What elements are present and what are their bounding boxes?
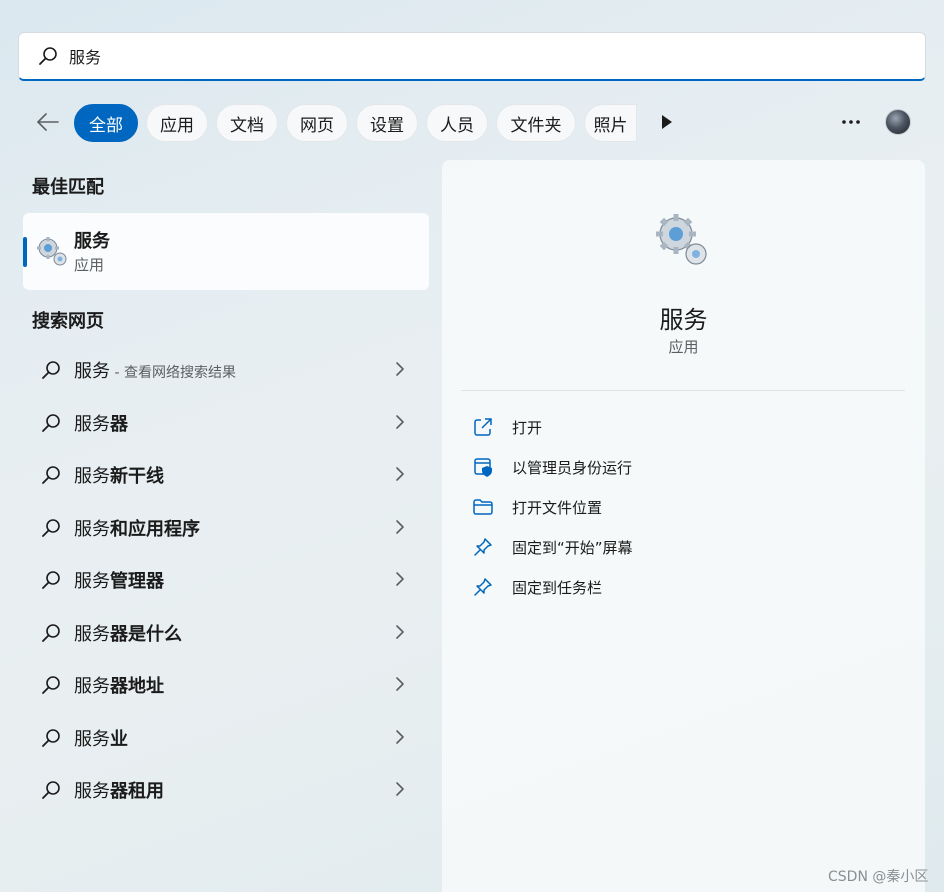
- web-result-text: 服务管理器: [74, 567, 164, 593]
- action-label: 打开: [512, 418, 543, 437]
- divider: [461, 390, 905, 391]
- web-result-suggestion: 器地址: [110, 676, 164, 697]
- search-input[interactable]: [69, 46, 669, 66]
- web-result-item[interactable]: 服务器是什么: [23, 609, 429, 655]
- chevron-right-icon[interactable]: [393, 570, 407, 588]
- search-box[interactable]: [18, 32, 926, 81]
- chevron-right-icon[interactable]: [393, 518, 407, 536]
- action-label: 以管理员身份运行: [512, 458, 633, 477]
- search-icon: [42, 466, 60, 484]
- gears-icon: [37, 237, 67, 266]
- web-result-text: 服务器: [74, 410, 128, 436]
- action-label: 打开文件位置: [512, 498, 603, 517]
- action-open-file-location[interactable]: 打开文件位置: [472, 492, 892, 522]
- chevron-right-icon[interactable]: [393, 623, 407, 641]
- search-icon: [42, 414, 60, 432]
- web-result-text: 服务器租用: [74, 777, 164, 803]
- web-result-query: 服务: [74, 571, 110, 592]
- web-result-text: 服务 - 查看网络搜索结果: [74, 357, 236, 383]
- filter-chip-documents[interactable]: 文档: [216, 104, 278, 142]
- folder-icon: [473, 499, 493, 515]
- detail-subtitle: 应用: [668, 338, 699, 356]
- chevron-right-icon[interactable]: [393, 465, 407, 483]
- web-result-suggestion: 新干线: [110, 466, 164, 487]
- web-result-description: - 查看网络搜索结果: [110, 365, 236, 381]
- filter-chip-all[interactable]: 全部: [74, 104, 138, 142]
- best-match-title: 服务: [74, 231, 110, 252]
- filter-bar: 全部 应用 文档 网页 设置 人员 文件夹 照片: [0, 100, 944, 144]
- web-result-item[interactable]: 服务 - 查看网络搜索结果: [23, 346, 429, 392]
- web-result-query: 服务: [74, 676, 110, 697]
- pin-icon: [474, 578, 492, 596]
- best-match-heading: 最佳匹配: [32, 177, 104, 198]
- filter-chip-web[interactable]: 网页: [286, 104, 348, 142]
- filter-chip-people[interactable]: 人员: [426, 104, 488, 142]
- web-result-item[interactable]: 服务新干线: [23, 451, 429, 497]
- filter-chip-photos[interactable]: 照片: [584, 104, 637, 142]
- filter-chip-settings[interactable]: 设置: [356, 104, 418, 142]
- web-result-suggestion: 业: [110, 729, 128, 750]
- web-result-suggestion: 管理器: [110, 571, 164, 592]
- web-result-query: 服务: [74, 414, 110, 435]
- action-run-as-admin[interactable]: 以管理员身份运行: [472, 452, 892, 482]
- search-icon: [42, 519, 60, 537]
- web-result-suggestion: 器是什么: [110, 624, 182, 645]
- chevron-right-icon[interactable]: [393, 728, 407, 746]
- web-result-item[interactable]: 服务器租用: [23, 766, 429, 812]
- detail-title: 服务: [659, 306, 708, 334]
- chevron-right-icon[interactable]: [393, 360, 407, 378]
- search-icon: [42, 781, 60, 799]
- web-result-query: 服务: [74, 729, 110, 750]
- web-result-item[interactable]: 服务器: [23, 399, 429, 445]
- web-result-item[interactable]: 服务器地址: [23, 661, 429, 707]
- action-pin-to-taskbar[interactable]: 固定到任务栏: [472, 572, 892, 602]
- filter-chip-apps[interactable]: 应用: [146, 104, 208, 142]
- best-match-subtitle: 应用: [74, 256, 105, 274]
- web-result-suggestion: 器租用: [110, 781, 164, 802]
- shield-admin-icon: [474, 458, 492, 477]
- web-result-text: 服务和应用程序: [74, 515, 200, 541]
- selection-indicator: [23, 237, 27, 267]
- action-label: 固定到“开始”屏幕: [512, 538, 633, 557]
- web-result-item[interactable]: 服务和应用程序: [23, 504, 429, 550]
- search-icon: [42, 361, 60, 379]
- web-result-item[interactable]: 服务业: [23, 714, 429, 760]
- more-icon[interactable]: [838, 112, 864, 132]
- best-match-result[interactable]: 服务 应用: [23, 213, 429, 290]
- web-result-item[interactable]: 服务管理器: [23, 556, 429, 602]
- avatar[interactable]: [885, 109, 911, 135]
- pin-icon: [474, 538, 492, 556]
- chevron-right-icon[interactable]: [393, 780, 407, 798]
- search-icon: [42, 676, 60, 694]
- detail-panel: 服务 应用 打开 以管理员身份运行 打开文件位置 固定到“开始”屏幕 固定到任务…: [442, 160, 925, 892]
- web-result-suggestion: 器: [110, 414, 128, 435]
- search-icon: [39, 47, 57, 65]
- search-icon: [42, 571, 60, 589]
- web-result-suggestion: 和应用程序: [110, 519, 200, 540]
- gears-icon: [656, 214, 707, 265]
- chevron-right-icon[interactable]: [393, 413, 407, 431]
- search-icon: [42, 624, 60, 642]
- action-open[interactable]: 打开: [472, 412, 892, 442]
- search-icon: [42, 729, 60, 747]
- web-result-text: 服务器是什么: [74, 620, 182, 646]
- chevron-right-icon[interactable]: [393, 675, 407, 693]
- open-external-icon: [474, 418, 492, 436]
- web-result-text: 服务业: [74, 725, 128, 751]
- web-result-query: 服务: [74, 466, 110, 487]
- watermark: CSDN @秦小区: [828, 869, 929, 885]
- web-result-query: 服务: [74, 781, 110, 802]
- web-result-text: 服务器地址: [74, 672, 164, 698]
- action-pin-to-start[interactable]: 固定到“开始”屏幕: [472, 532, 892, 562]
- web-result-text: 服务新干线: [74, 462, 164, 488]
- web-result-query: 服务: [74, 519, 110, 540]
- back-arrow-icon[interactable]: [32, 110, 62, 134]
- action-label: 固定到任务栏: [512, 578, 603, 597]
- web-result-query: 服务: [74, 624, 110, 645]
- filter-chip-folders[interactable]: 文件夹: [496, 104, 576, 142]
- web-result-query: 服务: [74, 361, 110, 382]
- web-search-heading: 搜索网页: [32, 311, 104, 332]
- play-icon[interactable]: [656, 112, 676, 132]
